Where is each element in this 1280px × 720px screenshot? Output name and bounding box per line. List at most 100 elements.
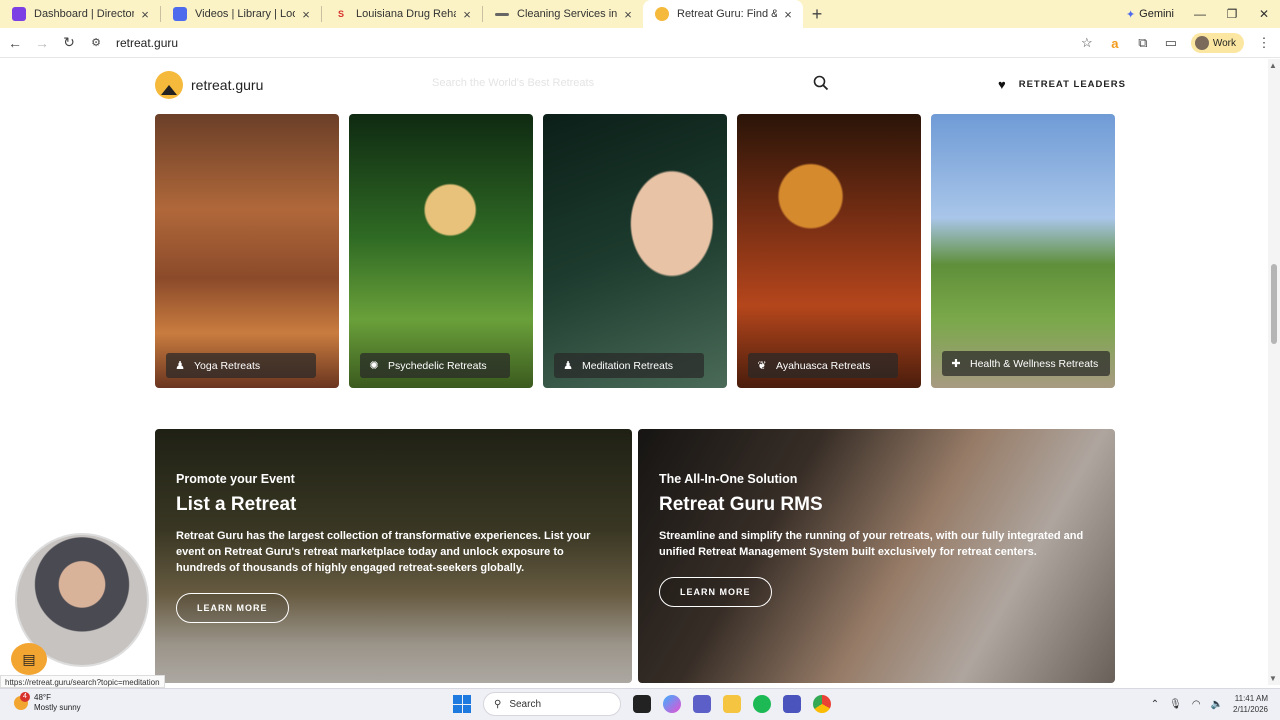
browser-tab-strip: Dashboard | Directorly App × Videos | Li… (0, 0, 1280, 28)
search-input[interactable]: Search the World's Best Retreats (432, 77, 594, 89)
close-tab-icon[interactable]: × (621, 7, 635, 22)
scroll-thumb[interactable] (1271, 264, 1277, 344)
site-logo[interactable]: retreat.guru (155, 71, 263, 99)
tab-favicon-icon (173, 7, 187, 21)
tab-title: Retreat Guru: Find & Book Top (677, 8, 777, 20)
scroll-down-arrow-icon[interactable]: ▼ (1269, 674, 1277, 683)
close-tab-icon[interactable]: × (781, 7, 795, 22)
clock[interactable]: 11:41 AM 2/11/2026 (1233, 693, 1268, 715)
card-title: Meditation Retreats (582, 359, 674, 372)
promo-title: List a Retreat (176, 494, 297, 515)
tab-favicon-icon (12, 7, 26, 21)
wifi-icon[interactable]: ◠ (1192, 699, 1201, 710)
card-label: ✚ Health & Wellness Retreats (942, 351, 1111, 376)
meditating-person-icon: ♟ (563, 360, 573, 372)
page-scrollbar[interactable]: ▲ ▼ (1268, 59, 1280, 685)
promo-rms: The All-In-One Solution Retreat Guru RMS… (638, 429, 1115, 683)
browser-tab[interactable]: S Louisiana Drug Rehab Centers × (322, 0, 482, 28)
sun-icon: 4 (14, 692, 30, 710)
close-tab-icon[interactable]: × (138, 7, 152, 22)
learn-more-button[interactable]: LEARN MORE (659, 577, 772, 607)
extension-amazon-icon[interactable]: a (1107, 36, 1123, 51)
retreat-leaders-label: RETREAT LEADERS (1018, 79, 1126, 90)
browser-tab[interactable]: Dashboard | Directorly App × (0, 0, 160, 28)
promo-kicker: Promote your Event (176, 472, 295, 486)
terminal-app-icon[interactable] (633, 695, 651, 713)
category-card-yoga[interactable]: ♟ Yoga Retreats (155, 114, 339, 388)
promo-title: Retreat Guru RMS (659, 494, 823, 515)
category-cards: ♟ Yoga Retreats ✺ Psychedelic Retreats ♟… (155, 114, 1115, 388)
url-field[interactable]: retreat.guru (116, 36, 178, 50)
learn-more-button[interactable]: LEARN MORE (176, 593, 289, 623)
search-icon[interactable] (813, 75, 829, 91)
scroll-up-arrow-icon[interactable]: ▲ (1269, 61, 1277, 70)
tab-title: Videos | Library | Loom (195, 8, 295, 20)
category-card-health-wellness[interactable]: ✚ Health & Wellness Retreats (931, 114, 1115, 388)
restore-icon[interactable]: ❐ (1216, 7, 1248, 21)
gemini-button[interactable]: ✦ Gemini (1116, 5, 1184, 24)
new-tab-button[interactable]: + (803, 4, 831, 25)
card-title: Psychedelic Retreats (388, 359, 487, 372)
meditating-person-icon: ♟ (175, 360, 185, 372)
cast-icon[interactable]: ▭ (1163, 35, 1179, 51)
teams-app-icon[interactable] (693, 695, 711, 713)
minimize-icon[interactable]: — (1184, 7, 1216, 21)
tab-title: Louisiana Drug Rehab Centers (356, 8, 456, 20)
bookmark-star-icon[interactable]: ☆ (1079, 35, 1095, 51)
browser-tab-active[interactable]: Retreat Guru: Find & Book Top × (643, 0, 803, 28)
browser-tab[interactable]: Cleaning Services in Boulder, C × (483, 0, 643, 28)
category-card-psychedelic[interactable]: ✺ Psychedelic Retreats (349, 114, 533, 388)
chrome-app-icon[interactable] (813, 695, 831, 713)
file-explorer-icon[interactable] (723, 695, 741, 713)
chevron-up-icon[interactable]: ⌃ (1151, 699, 1159, 710)
sun-flower-icon: ✺ (369, 360, 379, 372)
tab-title: Dashboard | Directorly App (34, 8, 134, 20)
close-tab-icon[interactable]: × (299, 7, 313, 22)
tab-title: Cleaning Services in Boulder, C (517, 8, 617, 20)
system-tray: ⌃ 🎙 ◠ 🔈 11:41 AM 2/11/2026 (1151, 693, 1268, 715)
forward-arrow-icon[interactable]: → (30, 35, 54, 51)
clock-date: 2/11/2026 (1233, 705, 1268, 714)
speaker-icon[interactable]: 🔈 (1211, 699, 1223, 710)
weather-desc: Mostly sunny (34, 703, 81, 712)
weather-temp: 48°F (34, 693, 51, 702)
plus-cross-icon: ✚ (951, 358, 961, 370)
copilot-app-icon[interactable] (663, 695, 681, 713)
puzzle-extensions-icon[interactable]: ⧉ (1135, 35, 1151, 51)
close-window-icon[interactable]: ✕ (1248, 7, 1280, 21)
promo-list-retreat: Promote your Event List a Retreat Retrea… (155, 429, 632, 683)
profile-button[interactable]: Work (1190, 33, 1244, 53)
promo-content: The All-In-One Solution Retreat Guru RMS… (659, 472, 1085, 607)
avatar (1194, 36, 1209, 50)
promo-kicker: The All-In-One Solution (659, 472, 798, 486)
back-arrow-icon[interactable]: ← (3, 35, 27, 51)
windows-start-icon[interactable] (453, 695, 471, 713)
taskbar-search[interactable]: ⚲ Search (483, 692, 621, 716)
heart-icon[interactable]: ♥ (998, 77, 1007, 92)
clock-time: 11:41 AM (1234, 694, 1268, 703)
category-card-meditation[interactable]: ♟ Meditation Retreats (543, 114, 727, 388)
weather-widget[interactable]: 4 48°F Mostly sunny (14, 692, 81, 713)
card-title: Yoga Retreats (194, 359, 261, 372)
card-title: Ayahuasca Retreats (776, 359, 871, 372)
category-card-ayahuasca[interactable]: ❦ Ayahuasca Retreats (737, 114, 921, 388)
promo-description: Streamline and simplify the running of y… (659, 530, 1084, 558)
toolbar-actions: ☆ a ⧉ ▭ Work ⋮ (1079, 28, 1272, 58)
card-label: ✺ Psychedelic Retreats (360, 353, 510, 378)
tab-favicon-icon: S (337, 9, 344, 19)
microphone-icon[interactable]: 🎙 (1169, 699, 1182, 710)
reload-icon[interactable]: ↻ (57, 34, 81, 51)
browser-tab[interactable]: Videos | Library | Loom × (161, 0, 321, 28)
close-tab-icon[interactable]: × (460, 7, 474, 22)
teams-work-app-icon[interactable] (783, 695, 801, 713)
tab-favicon-icon (655, 7, 669, 21)
spotify-app-icon[interactable] (753, 695, 771, 713)
kebab-menu-icon[interactable]: ⋮ (1256, 35, 1272, 51)
retreat-leaders-link[interactable]: ♥ RETREAT LEADERS (998, 77, 1126, 92)
taskbar-search-label: Search (509, 698, 542, 710)
promo-description: Retreat Guru has the largest collection … (176, 530, 591, 574)
gemini-label: Gemini (1139, 8, 1174, 20)
address-bar-row: ← → ↻ ⚙ retreat.guru ☆ a ⧉ ▭ Work ⋮ (0, 28, 1280, 58)
site-settings-icon[interactable]: ⚙ (84, 36, 108, 49)
chat-widget-icon[interactable]: ▤ (11, 643, 47, 675)
